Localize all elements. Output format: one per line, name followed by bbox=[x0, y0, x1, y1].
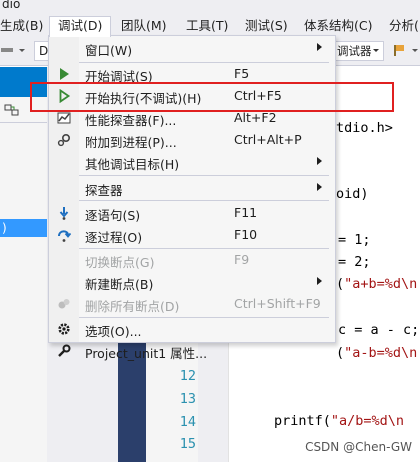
line-number: 12 bbox=[179, 368, 196, 384]
menu-item-label: 其他调试目标(H) bbox=[85, 157, 180, 172]
menu-item-label: 逐语句(S) bbox=[85, 208, 141, 223]
menu-item-step-over[interactable]: 逐过程(O) F10 bbox=[49, 224, 335, 246]
wrench-icon bbox=[57, 344, 71, 358]
menu-separator bbox=[79, 200, 329, 201]
dropdown-arrow-icon-2[interactable] bbox=[410, 43, 420, 57]
menu-item-shortcut: Alt+F2 bbox=[234, 110, 277, 125]
code-line: printf("a/b=%d\n bbox=[274, 413, 404, 429]
line-number: 14 bbox=[179, 414, 196, 430]
line-number: 15 bbox=[179, 436, 196, 452]
submenu-arrow-icon bbox=[317, 277, 322, 285]
menu-item-shortcut: F9 bbox=[234, 252, 250, 267]
code-line: c = a - c; bbox=[338, 322, 420, 338]
selected-tree-item[interactable]: ) bbox=[0, 219, 47, 237]
menu-build[interactable]: 生成(B) bbox=[0, 17, 43, 35]
menu-item-shortcut: Ctrl+Shift+F9 bbox=[234, 296, 321, 311]
step-into-icon bbox=[57, 206, 71, 220]
menu-item-options[interactable]: 选项(O)... bbox=[49, 318, 335, 340]
code-token: ( bbox=[336, 345, 345, 361]
menu-architecture[interactable]: 体系结构(C) bbox=[304, 17, 372, 35]
menu-item-profiler[interactable]: 探查器 bbox=[49, 177, 335, 199]
code-line: ("a+b=%d\n bbox=[336, 276, 417, 292]
code-string: "a+b=%d\n bbox=[344, 276, 418, 292]
menu-item-delete-all-breakpoints[interactable]: 删除所有断点(D) Ctrl+Shift+F9 bbox=[49, 293, 335, 315]
profiler-icon bbox=[57, 111, 71, 125]
menu-item-label: 性能探查器(F)... bbox=[85, 113, 177, 128]
menu-item-shortcut: F10 bbox=[234, 227, 258, 242]
code-line: = 2; bbox=[338, 254, 371, 270]
title-bar: dio bbox=[0, 0, 420, 14]
menu-item-shortcut: F5 bbox=[234, 66, 250, 81]
annotation-highlight-box bbox=[30, 82, 394, 112]
menu-test[interactable]: 测试(S) bbox=[245, 17, 288, 35]
code-line: tdio.h> bbox=[336, 120, 393, 136]
step-over-icon bbox=[57, 228, 72, 242]
menu-item-label: 新建断点(B) bbox=[85, 277, 154, 292]
line-number: 13 bbox=[179, 391, 196, 407]
menu-item-other-debug-targets[interactable]: 其他调试目标(H) bbox=[49, 151, 335, 173]
submenu-arrow-icon bbox=[317, 43, 322, 51]
code-line: = 1; bbox=[338, 232, 371, 248]
menu-analyze[interactable]: 分析( bbox=[389, 17, 419, 35]
menu-item-attach-to-process[interactable]: 附加到进程(P)... Ctrl+Alt+P bbox=[49, 129, 335, 151]
window-title: dio bbox=[2, 0, 21, 11]
code-token: printf( bbox=[274, 413, 331, 429]
menu-item-label: 附加到进程(P)... bbox=[85, 135, 177, 150]
menu-item-label: 选项(O)... bbox=[85, 324, 142, 339]
menu-item-label: 删除所有断点(D) bbox=[85, 299, 180, 314]
menu-item-windows[interactable]: 窗口(W) bbox=[49, 37, 335, 59]
menu-item-toggle-breakpoint[interactable]: 切换断点(G) F9 bbox=[49, 249, 335, 271]
menu-item-shortcut: F11 bbox=[234, 205, 258, 220]
gear-icon bbox=[57, 322, 71, 336]
menu-bar: 生成(B) 调试(D) 团队(M) 工具(T) 测试(S) 体系结构(C) 分析… bbox=[0, 14, 420, 37]
menu-debug[interactable]: 调试(D) bbox=[49, 16, 112, 37]
attach-process-icon bbox=[57, 133, 71, 147]
menu-item-label: Project_unit1 属性... bbox=[85, 346, 208, 361]
menu-item-project-properties[interactable]: Project_unit1 属性... bbox=[49, 340, 335, 362]
menu-item-new-breakpoint[interactable]: 新建断点(B) bbox=[49, 271, 335, 293]
menu-team[interactable]: 团队(M) bbox=[121, 17, 167, 35]
code-line: oid) bbox=[336, 186, 369, 202]
submenu-arrow-icon bbox=[317, 183, 322, 191]
code-string: "a-b=%d\n bbox=[344, 345, 418, 361]
menu-item-shortcut: Ctrl+Alt+P bbox=[234, 132, 302, 147]
delete-breakpoints-icon bbox=[57, 297, 71, 311]
menu-item-label: 探查器 bbox=[85, 183, 123, 198]
code-line: ("a-b=%d\n bbox=[336, 345, 417, 361]
solution-explorer: ) bbox=[0, 67, 47, 462]
play-icon bbox=[57, 67, 71, 81]
menu-item-label: 切换断点(G) bbox=[85, 255, 155, 270]
dropdown-arrow-icon[interactable] bbox=[18, 43, 26, 57]
toolbar-icon[interactable] bbox=[0, 43, 14, 57]
code-string: "a/b=%d\n bbox=[330, 413, 405, 429]
menu-tools[interactable]: 工具(T) bbox=[186, 17, 228, 35]
menu-item-label: 逐过程(O) bbox=[85, 230, 143, 245]
menu-item-label: 窗口(W) bbox=[85, 43, 133, 58]
chevron-down-icon[interactable] bbox=[372, 43, 380, 57]
watermark: CSDN @Chen-GW bbox=[305, 440, 412, 454]
menu-separator bbox=[79, 175, 329, 176]
menu-item-step-into[interactable]: 逐语句(S) F11 bbox=[49, 202, 335, 224]
submenu-arrow-icon bbox=[317, 157, 322, 165]
code-token: ( bbox=[336, 276, 345, 292]
flag-icon[interactable] bbox=[392, 43, 406, 57]
sync-icon[interactable] bbox=[4, 103, 20, 120]
